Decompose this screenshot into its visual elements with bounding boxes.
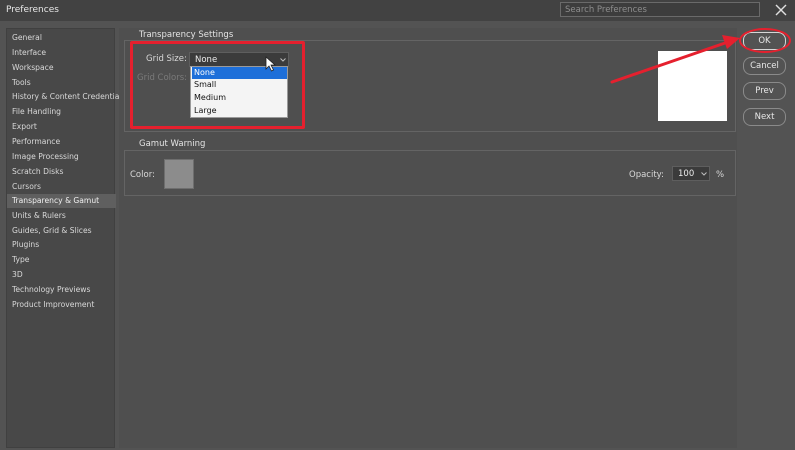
opacity-value: 100: [678, 169, 695, 179]
search-input[interactable]: Search Preferences: [560, 2, 760, 17]
opacity-label: Opacity:: [629, 170, 664, 180]
sidebar-item-export[interactable]: Export: [7, 120, 116, 134]
sidebar-item-file-handling[interactable]: File Handling: [7, 105, 116, 119]
sidebar: General Interface Workspace Tools Histor…: [6, 28, 125, 448]
close-icon[interactable]: [773, 2, 789, 18]
next-button[interactable]: Next: [743, 108, 786, 126]
window-title: Preferences: [6, 5, 59, 15]
annotation-highlight-box: [130, 41, 305, 129]
sidebar-item-transparency-gamut[interactable]: Transparency & Gamut: [7, 194, 116, 208]
sidebar-item-plugins[interactable]: Plugins: [7, 238, 116, 252]
sidebar-item-product-improvement[interactable]: Product Improvement: [7, 298, 116, 312]
sidebar-item-type[interactable]: Type: [7, 253, 116, 267]
sidebar-item-tools[interactable]: Tools: [7, 76, 116, 90]
sidebar-item-image-processing[interactable]: Image Processing: [7, 150, 116, 164]
sidebar-item-history[interactable]: History & Content Credentials: [7, 90, 125, 104]
transparency-settings-title: Transparency Settings: [136, 30, 237, 40]
gamut-warning-title: Gamut Warning: [136, 139, 209, 149]
gamut-color-swatch[interactable]: [164, 159, 194, 189]
sidebar-item-scratch-disks[interactable]: Scratch Disks: [7, 165, 116, 179]
sidebar-item-units-rulers[interactable]: Units & Rulers: [7, 209, 116, 223]
opacity-unit: %: [716, 170, 725, 180]
sidebar-item-general[interactable]: General: [7, 31, 116, 45]
sidebar-item-cursors[interactable]: Cursors: [7, 180, 116, 194]
gamut-color-label: Color:: [130, 170, 155, 180]
sidebar-item-guides-grid-slices[interactable]: Guides, Grid & Slices: [7, 224, 116, 238]
sidebar-item-3d[interactable]: 3D: [7, 268, 116, 282]
annotation-arrow-icon: [610, 35, 740, 84]
title-bar: Preferences Search Preferences: [0, 0, 795, 21]
sidebar-item-performance[interactable]: Performance: [7, 135, 116, 149]
sidebar-item-technology-previews[interactable]: Technology Previews: [7, 283, 116, 297]
sidebar-item-workspace[interactable]: Workspace: [7, 61, 116, 75]
sidebar-item-interface[interactable]: Interface: [7, 46, 116, 60]
chevron-down-icon[interactable]: [700, 170, 708, 178]
